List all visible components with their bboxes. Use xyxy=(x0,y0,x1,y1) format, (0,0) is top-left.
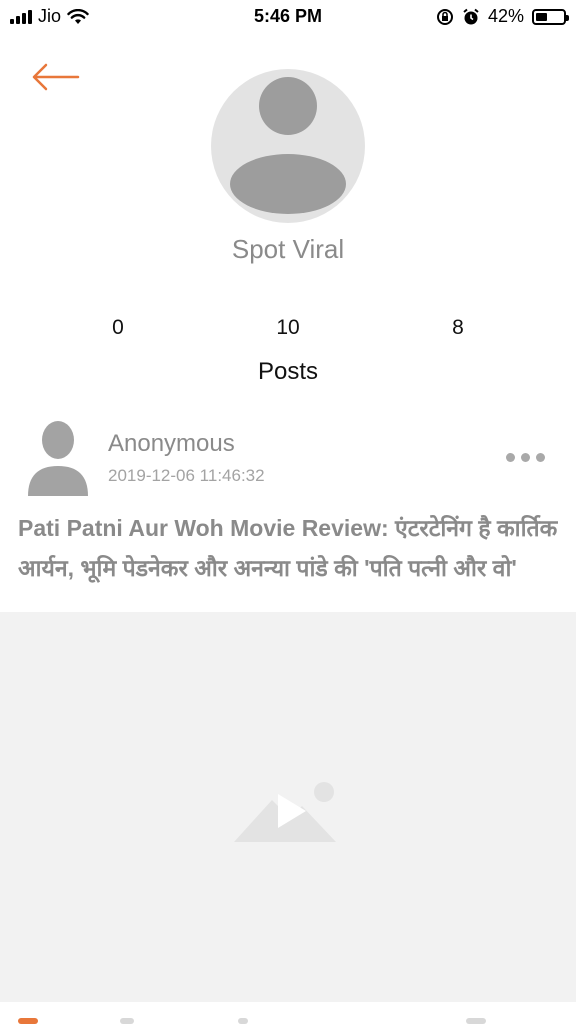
tab-indicator[interactable] xyxy=(120,1018,134,1024)
more-options-button[interactable] xyxy=(506,446,552,468)
more-dots-icon xyxy=(506,452,515,462)
orientation-lock-icon xyxy=(436,8,453,25)
status-bar: Jio 5:46 PM 42% xyxy=(0,0,576,32)
video-placeholder-icon[interactable] xyxy=(232,778,338,844)
profile-stats: 0 10 8 xyxy=(0,316,576,344)
stat-value[interactable]: 0 xyxy=(78,316,158,340)
post-author-avatar[interactable] xyxy=(26,420,90,498)
post-title[interactable]: Pati Patni Aur Woh Movie Review: एंटरटेन… xyxy=(18,508,558,588)
user-placeholder-icon xyxy=(230,77,346,214)
posts-section-label: Posts xyxy=(257,358,319,385)
profile-name: Spot Viral xyxy=(231,234,345,264)
bottom-tab-bar[interactable] xyxy=(0,1014,576,1024)
tab-indicator[interactable] xyxy=(238,1018,248,1024)
battery-percent: 42% xyxy=(487,6,524,26)
post-timestamp: 2019-12-06 11:46:32 xyxy=(108,466,265,485)
back-button[interactable] xyxy=(28,58,82,96)
post-author: Anonymous xyxy=(108,430,235,457)
arrow-left-icon xyxy=(32,63,80,91)
stat-value[interactable]: 8 xyxy=(418,316,498,340)
battery-icon xyxy=(532,8,569,25)
stat-value[interactable]: 10 xyxy=(248,316,328,340)
status-right: 42% xyxy=(436,6,569,27)
tab-indicator[interactable] xyxy=(18,1018,38,1024)
battery-fill xyxy=(536,12,547,21)
alarm-icon xyxy=(463,8,479,24)
tab-indicator[interactable] xyxy=(466,1018,486,1024)
profile-avatar[interactable] xyxy=(211,69,365,223)
user-placeholder-icon xyxy=(28,421,88,496)
